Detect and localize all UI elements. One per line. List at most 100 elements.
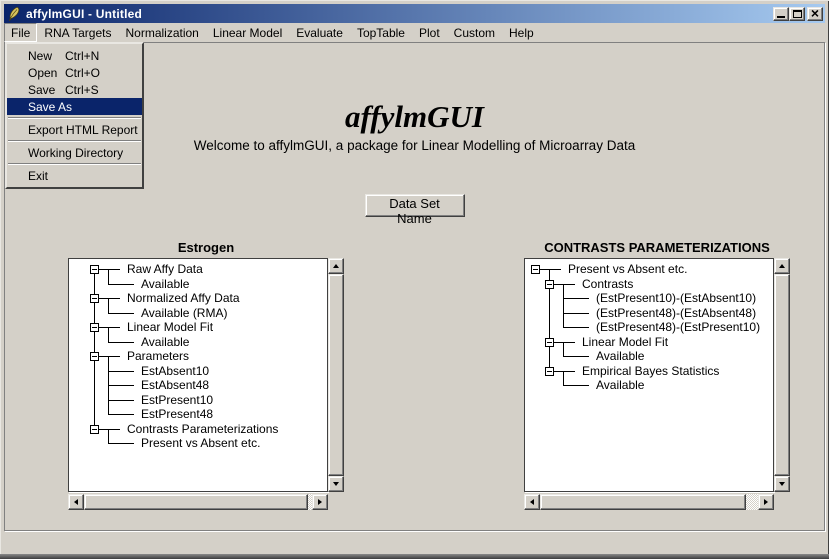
menu-item-accelerator: Ctrl+S (65, 83, 99, 97)
close-button[interactable] (807, 7, 823, 21)
file-menu-item-open[interactable]: OpenCtrl+O (7, 64, 142, 81)
left-tree-canvas[interactable]: Raw Affy DataAvailableNormalized Affy Da… (68, 258, 328, 492)
tree-expander-minus-icon[interactable] (545, 280, 554, 289)
data-set-name-button[interactable]: Data Set Name (365, 194, 465, 217)
scroll-right-button[interactable] (312, 494, 328, 510)
file-menu-item-save[interactable]: SaveCtrl+S (7, 81, 142, 98)
tree-node-label[interactable]: EstAbsent10 (141, 365, 209, 378)
file-menu-item-save-as[interactable]: Save As (7, 98, 142, 115)
tree-expander-minus-icon[interactable] (90, 323, 99, 332)
right-tree-vertical-scrollbar[interactable] (774, 258, 790, 492)
menu-separator (8, 140, 141, 142)
tree-node-label[interactable]: (EstPresent48)-(EstAbsent48) (596, 307, 756, 320)
close-icon (811, 6, 819, 21)
tree-row: EstAbsent10 (70, 364, 327, 379)
tree-connector-line (549, 291, 550, 306)
menubar-item-normalization[interactable]: Normalization (119, 23, 206, 42)
menubar-item-file[interactable]: File (4, 23, 37, 42)
tree-node-label[interactable]: Empirical Bayes Statistics (582, 365, 719, 378)
file-menu-item-working-directory[interactable]: Working Directory (7, 144, 142, 161)
left-tree-widget: Raw Affy DataAvailableNormalized Affy Da… (68, 258, 344, 510)
tree-node-label[interactable]: Parameters (127, 350, 189, 363)
tree-node-label[interactable]: Linear Model Fit (582, 336, 668, 349)
tree-connector-line (563, 291, 564, 298)
scroll-down-button[interactable] (774, 476, 790, 492)
menubar-item-custom[interactable]: Custom (447, 23, 502, 42)
minimize-button[interactable] (773, 7, 789, 21)
tree-node-label[interactable]: (EstPresent10)-(EstAbsent10) (596, 292, 756, 305)
scroll-up-button[interactable] (328, 258, 344, 274)
arrow-right-icon (318, 499, 322, 505)
menubar-item-evaluate[interactable]: Evaluate (289, 23, 350, 42)
file-menu-item-new[interactable]: New Ctrl+N (7, 47, 142, 64)
scrollbar-corner (328, 494, 344, 510)
file-menu-item-export-html-report[interactable]: Export HTML Report (7, 121, 142, 138)
horizontal-scrollbar-thumb[interactable] (84, 494, 308, 510)
tree-node-label[interactable]: Contrasts (582, 278, 633, 291)
tree-connector-line (108, 284, 134, 285)
tree-expander-minus-icon[interactable] (90, 352, 99, 361)
tree-node-label[interactable]: Present vs Absent etc. (141, 437, 260, 450)
menubar-item-toptable[interactable]: TopTable (350, 23, 412, 42)
tree-node-label[interactable]: Normalized Affy Data (127, 292, 240, 305)
tree-row: (EstPresent10)-(EstAbsent10) (526, 291, 773, 306)
tree-expander-minus-icon[interactable] (90, 265, 99, 274)
tree-row: Available (70, 335, 327, 350)
window-controls (773, 7, 823, 21)
scroll-left-button[interactable] (524, 494, 540, 510)
tree-node-label[interactable]: Raw Affy Data (127, 263, 203, 276)
menu-item-accelerator: Ctrl+N (65, 49, 99, 63)
vertical-scrollbar-thumb[interactable] (774, 274, 790, 476)
menu-item-label: New (28, 49, 52, 63)
right-tree-canvas[interactable]: Present vs Absent etc.Contrasts(EstPrese… (524, 258, 774, 492)
menu-separator (8, 163, 141, 165)
tree-row: Available (526, 349, 773, 364)
menu-item-label: Save As (28, 100, 72, 114)
window-bottom-edge (0, 554, 829, 559)
tree-expander-minus-icon[interactable] (90, 425, 99, 434)
tree-connector-line (108, 378, 109, 385)
vertical-scrollbar-thumb[interactable] (328, 274, 344, 476)
tree-expander-minus-icon[interactable] (90, 294, 99, 303)
tree-connector-line (563, 298, 589, 299)
tree-node-label[interactable]: EstAbsent48 (141, 379, 209, 392)
menubar-item-rna-targets[interactable]: RNA Targets (37, 23, 118, 42)
tk-feather-icon (6, 6, 22, 22)
menubar-item-plot[interactable]: Plot (412, 23, 447, 42)
left-tree-horizontal-scrollbar[interactable] (68, 494, 328, 510)
menu-item-accelerator: Ctrl+O (65, 66, 100, 80)
menu-item-label: Exit (28, 169, 48, 183)
tree-node-label[interactable]: Linear Model Fit (127, 321, 213, 334)
tree-node-label[interactable]: Available (141, 278, 189, 291)
left-tree-vertical-scrollbar[interactable] (328, 258, 344, 492)
tree-node-label[interactable]: EstPresent48 (141, 408, 213, 421)
tree-expander-minus-icon[interactable] (545, 367, 554, 376)
scroll-left-button[interactable] (68, 494, 84, 510)
tree-row: Contrasts Parameterizations (70, 422, 327, 437)
right-tree-horizontal-scrollbar[interactable] (524, 494, 774, 510)
tree-node-label[interactable]: EstPresent10 (141, 394, 213, 407)
tree-node-label[interactable]: Contrasts Parameterizations (127, 423, 278, 436)
tree-node-label[interactable]: (EstPresent48)-(EstPresent10) (596, 321, 760, 334)
file-menu-dropdown: New Ctrl+NOpenCtrl+OSaveCtrl+S Save As Expo… (5, 42, 144, 189)
scroll-down-button[interactable] (328, 476, 344, 492)
tree-expander-minus-icon[interactable] (531, 265, 540, 274)
scroll-up-button[interactable] (774, 258, 790, 274)
scrollbar-trough[interactable] (746, 494, 758, 510)
maximize-button[interactable] (789, 7, 805, 21)
file-menu-item-exit[interactable]: Exit (7, 167, 142, 184)
tree-node-label[interactable]: Available (596, 379, 644, 392)
tree-connector-line (108, 335, 109, 342)
title-bar[interactable]: affylmGUI - Untitled (4, 4, 825, 23)
tree-node-label[interactable]: Available (596, 350, 644, 363)
menubar-item-help[interactable]: Help (502, 23, 541, 42)
menubar-item-linear-model[interactable]: Linear Model (206, 23, 289, 42)
tree-row: EstAbsent48 (70, 378, 327, 393)
tree-node-label[interactable]: Available (141, 336, 189, 349)
tree-node-label[interactable]: Present vs Absent etc. (568, 263, 687, 276)
tree-node-label[interactable]: Available (RMA) (141, 307, 227, 320)
scroll-right-button[interactable] (758, 494, 774, 510)
horizontal-scrollbar-thumb[interactable] (540, 494, 746, 510)
tree-row: (EstPresent48)-(EstAbsent48) (526, 306, 773, 321)
tree-expander-minus-icon[interactable] (545, 338, 554, 347)
